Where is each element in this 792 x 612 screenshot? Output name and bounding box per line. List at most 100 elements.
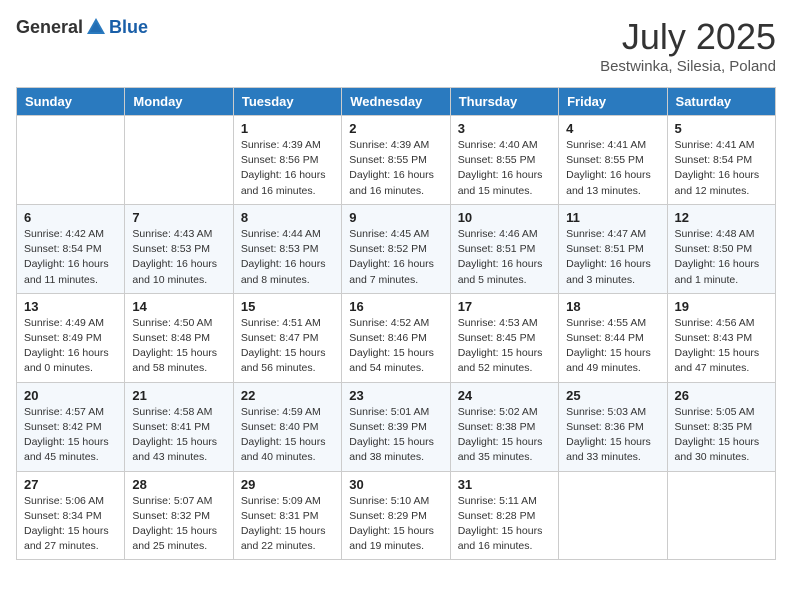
calendar-cell: 28Sunrise: 5:07 AM Sunset: 8:32 PM Dayli… xyxy=(125,471,233,560)
day-info: Sunrise: 4:47 AM Sunset: 8:51 PM Dayligh… xyxy=(566,227,659,288)
calendar-table: SundayMondayTuesdayWednesdayThursdayFrid… xyxy=(16,87,776,560)
day-number: 22 xyxy=(241,388,334,403)
col-header-friday: Friday xyxy=(559,88,667,116)
day-info: Sunrise: 4:39 AM Sunset: 8:56 PM Dayligh… xyxy=(241,138,334,199)
calendar-cell xyxy=(125,116,233,205)
day-number: 18 xyxy=(566,299,659,314)
day-number: 13 xyxy=(24,299,117,314)
day-number: 10 xyxy=(458,210,551,225)
month-title: July 2025 xyxy=(600,16,776,58)
calendar-cell xyxy=(17,116,125,205)
calendar-week-row: 13 Sunrise: 4:49 AM Sunset: 8:49 PM Dayli… xyxy=(17,293,776,382)
title-block: July 2025 Bestwinka, Silesia, Poland xyxy=(600,16,776,75)
day-number: 24 xyxy=(458,388,551,403)
calendar-cell: 18 Sunrise: 4:55 AM Sunset: 8:44 PM Dayli… xyxy=(559,293,667,382)
calendar-cell: 14 Sunrise: 4:50 AM Sunset: 8:48 PM Dayli… xyxy=(125,293,233,382)
calendar-cell: 10 Sunrise: 4:46 AM Sunset: 8:51 PM Dayli… xyxy=(450,204,558,293)
calendar-cell: 15 Sunrise: 4:51 AM Sunset: 8:47 PM Dayli… xyxy=(233,293,341,382)
day-info: Sunrise: 4:43 AM Sunset: 8:53 PM Dayligh… xyxy=(132,227,225,288)
day-info: Sunrise: 4:58 AM Sunset: 8:41 PM Dayligh… xyxy=(132,405,225,466)
day-info: Sunrise: 5:02 AM Sunset: 8:38 PM Dayligh… xyxy=(458,405,551,466)
col-header-sunday: Sunday xyxy=(17,88,125,116)
day-info: Sunrise: 4:46 AM Sunset: 8:51 PM Dayligh… xyxy=(458,227,551,288)
day-info: Sunrise: 4:48 AM Sunset: 8:50 PM Dayligh… xyxy=(675,227,768,288)
day-info: Sunrise: 4:40 AM Sunset: 8:55 PM Dayligh… xyxy=(458,138,551,199)
day-number: 3 xyxy=(458,121,551,136)
day-number: 12 xyxy=(675,210,768,225)
col-header-thursday: Thursday xyxy=(450,88,558,116)
calendar-week-row: 1 Sunrise: 4:39 AM Sunset: 8:56 PM Daylig… xyxy=(17,116,776,205)
calendar-cell: 29Sunrise: 5:09 AM Sunset: 8:31 PM Dayli… xyxy=(233,471,341,560)
calendar-cell: 27 Sunrise: 5:06 AM Sunset: 8:34 PM Dayli… xyxy=(17,471,125,560)
calendar-cell: 5 Sunrise: 4:41 AM Sunset: 8:54 PM Daylig… xyxy=(667,116,775,205)
day-info: Sunrise: 5:06 AM Sunset: 8:34 PM Dayligh… xyxy=(24,494,117,555)
day-number: 7 xyxy=(132,210,225,225)
calendar-cell: 4Sunrise: 4:41 AM Sunset: 8:55 PM Daylig… xyxy=(559,116,667,205)
calendar-cell: 12 Sunrise: 4:48 AM Sunset: 8:50 PM Dayli… xyxy=(667,204,775,293)
day-number: 11 xyxy=(566,210,659,225)
calendar-cell: 1 Sunrise: 4:39 AM Sunset: 8:56 PM Daylig… xyxy=(233,116,341,205)
day-info: Sunrise: 4:49 AM Sunset: 8:49 PM Dayligh… xyxy=(24,316,117,377)
day-info: Sunrise: 4:53 AM Sunset: 8:45 PM Dayligh… xyxy=(458,316,551,377)
col-header-saturday: Saturday xyxy=(667,88,775,116)
day-number: 14 xyxy=(132,299,225,314)
day-number: 31 xyxy=(458,477,551,492)
day-info: Sunrise: 5:11 AM Sunset: 8:28 PM Dayligh… xyxy=(458,494,551,555)
location-title: Bestwinka, Silesia, Poland xyxy=(600,58,776,75)
day-number: 19 xyxy=(675,299,768,314)
calendar-cell: 23Sunrise: 5:01 AM Sunset: 8:39 PM Dayli… xyxy=(342,382,450,471)
col-header-tuesday: Tuesday xyxy=(233,88,341,116)
day-info: Sunrise: 4:50 AM Sunset: 8:48 PM Dayligh… xyxy=(132,316,225,377)
logo-general: General xyxy=(16,17,83,38)
day-number: 26 xyxy=(675,388,768,403)
day-info: Sunrise: 4:52 AM Sunset: 8:46 PM Dayligh… xyxy=(349,316,442,377)
calendar-cell: 13 Sunrise: 4:49 AM Sunset: 8:49 PM Dayli… xyxy=(17,293,125,382)
day-number: 21 xyxy=(132,388,225,403)
day-info: Sunrise: 4:41 AM Sunset: 8:54 PM Dayligh… xyxy=(675,138,768,199)
day-number: 15 xyxy=(241,299,334,314)
calendar-cell: 6Sunrise: 4:42 AM Sunset: 8:54 PM Daylig… xyxy=(17,204,125,293)
day-number: 20 xyxy=(24,388,117,403)
day-number: 25 xyxy=(566,388,659,403)
day-info: Sunrise: 4:55 AM Sunset: 8:44 PM Dayligh… xyxy=(566,316,659,377)
col-header-monday: Monday xyxy=(125,88,233,116)
day-info: Sunrise: 4:56 AM Sunset: 8:43 PM Dayligh… xyxy=(675,316,768,377)
day-number: 9 xyxy=(349,210,442,225)
day-info: Sunrise: 5:05 AM Sunset: 8:35 PM Dayligh… xyxy=(675,405,768,466)
day-info: Sunrise: 5:03 AM Sunset: 8:36 PM Dayligh… xyxy=(566,405,659,466)
calendar-cell: 8 Sunrise: 4:44 AM Sunset: 8:53 PM Daylig… xyxy=(233,204,341,293)
col-header-wednesday: Wednesday xyxy=(342,88,450,116)
calendar-cell: 11 Sunrise: 4:47 AM Sunset: 8:51 PM Dayli… xyxy=(559,204,667,293)
calendar-cell: 20Sunrise: 4:57 AM Sunset: 8:42 PM Dayli… xyxy=(17,382,125,471)
day-info: Sunrise: 4:42 AM Sunset: 8:54 PM Dayligh… xyxy=(24,227,117,288)
logo: General Blue xyxy=(16,16,148,38)
day-info: Sunrise: 4:51 AM Sunset: 8:47 PM Dayligh… xyxy=(241,316,334,377)
calendar-header-row: SundayMondayTuesdayWednesdayThursdayFrid… xyxy=(17,88,776,116)
day-number: 17 xyxy=(458,299,551,314)
calendar-cell: 25 Sunrise: 5:03 AM Sunset: 8:36 PM Dayli… xyxy=(559,382,667,471)
calendar-cell: 17 Sunrise: 4:53 AM Sunset: 8:45 PM Dayli… xyxy=(450,293,558,382)
day-number: 27 xyxy=(24,477,117,492)
day-number: 1 xyxy=(241,121,334,136)
day-info: Sunrise: 5:01 AM Sunset: 8:39 PM Dayligh… xyxy=(349,405,442,466)
calendar-cell: 30Sunrise: 5:10 AM Sunset: 8:29 PM Dayli… xyxy=(342,471,450,560)
day-number: 29 xyxy=(241,477,334,492)
day-number: 2 xyxy=(349,121,442,136)
logo-icon xyxy=(85,16,107,38)
calendar-week-row: 20Sunrise: 4:57 AM Sunset: 8:42 PM Dayli… xyxy=(17,382,776,471)
calendar-cell xyxy=(667,471,775,560)
day-info: Sunrise: 4:59 AM Sunset: 8:40 PM Dayligh… xyxy=(241,405,334,466)
day-info: Sunrise: 4:39 AM Sunset: 8:55 PM Dayligh… xyxy=(349,138,442,199)
day-info: Sunrise: 4:44 AM Sunset: 8:53 PM Dayligh… xyxy=(241,227,334,288)
day-number: 8 xyxy=(241,210,334,225)
calendar-cell: 9 Sunrise: 4:45 AM Sunset: 8:52 PM Daylig… xyxy=(342,204,450,293)
calendar-cell: 3 Sunrise: 4:40 AM Sunset: 8:55 PM Daylig… xyxy=(450,116,558,205)
day-info: Sunrise: 4:45 AM Sunset: 8:52 PM Dayligh… xyxy=(349,227,442,288)
calendar-cell: 22 Sunrise: 4:59 AM Sunset: 8:40 PM Dayli… xyxy=(233,382,341,471)
calendar-cell: 19 Sunrise: 4:56 AM Sunset: 8:43 PM Dayli… xyxy=(667,293,775,382)
calendar-cell: 16 Sunrise: 4:52 AM Sunset: 8:46 PM Dayli… xyxy=(342,293,450,382)
day-number: 4 xyxy=(566,121,659,136)
calendar-cell: 24 Sunrise: 5:02 AM Sunset: 8:38 PM Dayli… xyxy=(450,382,558,471)
day-number: 5 xyxy=(675,121,768,136)
day-number: 16 xyxy=(349,299,442,314)
